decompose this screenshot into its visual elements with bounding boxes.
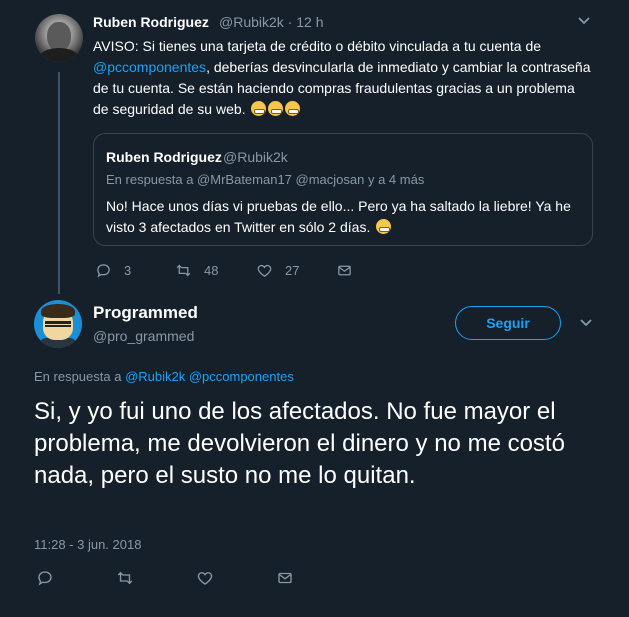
retweet-icon (117, 571, 133, 585)
retweet-count: 48 (204, 263, 219, 278)
retweet-button[interactable] (116, 569, 146, 587)
author-name[interactable]: Ruben Rodriguez (93, 14, 209, 30)
like-count: 27 (285, 263, 300, 278)
reply-context: En respuesta a @Rubik2k @pccomponentes (34, 369, 294, 384)
quoted-author-name: Ruben Rodriguez (106, 149, 222, 165)
retweet-button[interactable]: 48 (175, 262, 218, 279)
reply-prefix: En respuesta a (34, 369, 126, 384)
quoted-text: No! Hace unos días vi pruebas de ello...… (106, 198, 571, 235)
author-handle-time[interactable]: @Rubik2k · 12 h (219, 14, 323, 30)
chevron-down-icon[interactable] (580, 316, 592, 330)
zipper-mouth-emoji-icon (376, 219, 392, 234)
heart-icon (197, 572, 213, 585)
reply-icon (97, 264, 110, 278)
like-button[interactable] (196, 569, 226, 587)
heart-icon (257, 264, 272, 277)
envelope-icon (338, 265, 351, 276)
message-button[interactable] (276, 569, 306, 587)
avatar[interactable] (34, 300, 82, 348)
tweet-timestamp[interactable]: 11:28 - 3 jun. 2018 (34, 537, 141, 552)
reply-icon (38, 571, 52, 586)
author-name[interactable]: Programmed (93, 303, 198, 323)
mention-link[interactable]: @pccomponentes (93, 59, 206, 75)
chevron-down-icon[interactable] (578, 14, 590, 28)
quoted-author-handle: @Rubik2k (223, 149, 288, 165)
message-button[interactable] (336, 262, 365, 279)
author-handle[interactable]: @pro_grammed (93, 328, 194, 344)
avatar[interactable] (35, 14, 83, 62)
grimace-emoji-icon (251, 101, 267, 116)
grimace-emoji-icon (285, 101, 301, 116)
retweet-icon (176, 264, 191, 277)
quoted-reply-context: En respuesta a @MrBateman17 @macjosan y … (106, 172, 425, 187)
reply-mentions-link[interactable]: @Rubik2k @pccomponentes (125, 369, 294, 384)
quoted-tweet-text: No! Hace unos días vi pruebas de ello...… (106, 196, 581, 238)
envelope-icon (278, 572, 292, 584)
like-button[interactable]: 27 (256, 262, 299, 279)
tweet-text: AVISO: Si tienes una tarjeta de crédito … (93, 36, 593, 120)
tweet-text: Si, y yo fui uno de los afectados. No fu… (34, 398, 565, 489)
follow-button[interactable]: Seguir (455, 306, 561, 340)
grimace-emoji-icon (268, 101, 284, 116)
reply-count: 3 (124, 263, 132, 278)
reply-button[interactable] (36, 569, 66, 587)
thread-line (58, 72, 60, 294)
tweet-text-part1: AVISO: Si tienes una tarjeta de crédito … (93, 38, 542, 54)
reply-button[interactable]: 3 (95, 262, 131, 279)
